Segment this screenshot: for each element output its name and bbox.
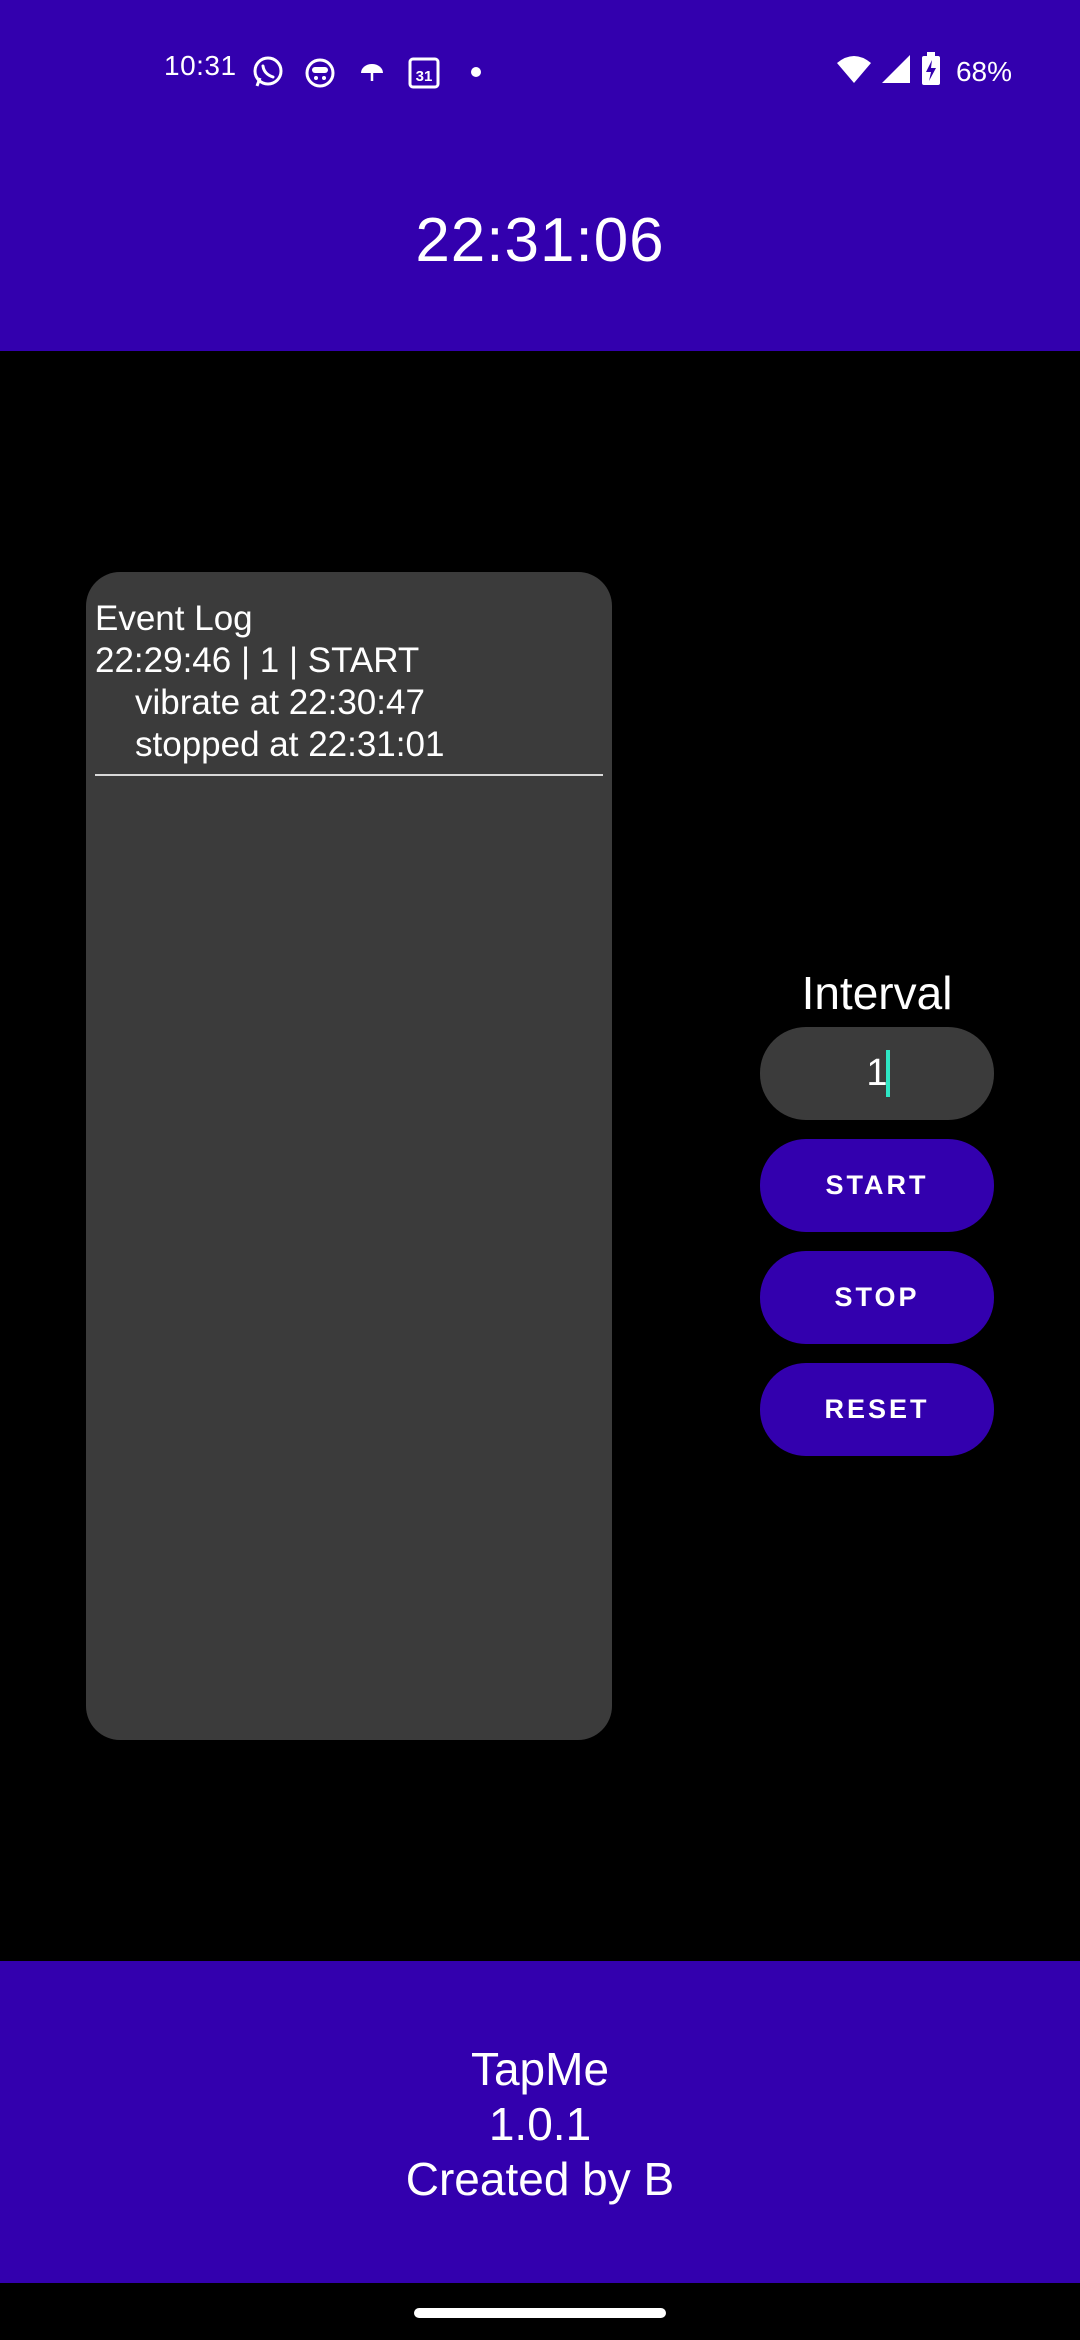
app-screen: 10:31 31 68% 22:31:06 Event Log 22:29:46…	[0, 0, 1080, 2340]
whatsapp-icon	[250, 54, 286, 90]
interval-label: Interval	[801, 967, 953, 1019]
system-icons: 68%	[836, 52, 1012, 91]
signal-icon	[880, 54, 912, 89]
stop-button[interactable]: STOP	[760, 1251, 994, 1344]
app-name: TapMe	[470, 2043, 610, 2095]
app-credit: Created by B	[405, 2153, 675, 2205]
calendar-icon: 31	[406, 54, 442, 90]
log-entry-header: 22:29:46 | 1 | START	[95, 641, 420, 680]
gesture-navigation-handle[interactable]	[414, 2308, 666, 2318]
log-entry-detail: vibrate at 22:30:47	[135, 683, 425, 722]
umbrella-icon	[354, 54, 390, 90]
event-log-title: Event Log	[95, 599, 253, 638]
status-bar: 10:31 31 68%	[0, 40, 1080, 102]
log-entry-divider	[95, 774, 603, 776]
status-time: 10:31	[164, 50, 237, 81]
text-cursor	[886, 1050, 890, 1097]
calendar-day: 31	[416, 68, 433, 85]
cat-icon	[302, 54, 338, 90]
current-time-clock: 22:31:06	[415, 206, 665, 275]
dot-icon	[458, 54, 494, 90]
interval-input[interactable]	[760, 1027, 994, 1120]
app-version: 1.0.1	[488, 2098, 592, 2150]
log-entry-detail: stopped at 22:31:01	[135, 725, 445, 764]
battery-percent: 68%	[955, 55, 1012, 87]
battery-charging-icon	[920, 52, 942, 91]
footer: TapMe 1.0.1 Created by B	[0, 1961, 1080, 2283]
start-button[interactable]: START	[760, 1139, 994, 1232]
wifi-icon	[836, 54, 872, 89]
reset-button[interactable]: RESET	[760, 1363, 994, 1456]
header: 10:31 31 68% 22:31:06	[0, 0, 1080, 351]
event-log-panel[interactable]: Event Log 22:29:46 | 1 | START vibrate a…	[86, 572, 612, 1740]
notification-icons: 31	[250, 54, 494, 90]
